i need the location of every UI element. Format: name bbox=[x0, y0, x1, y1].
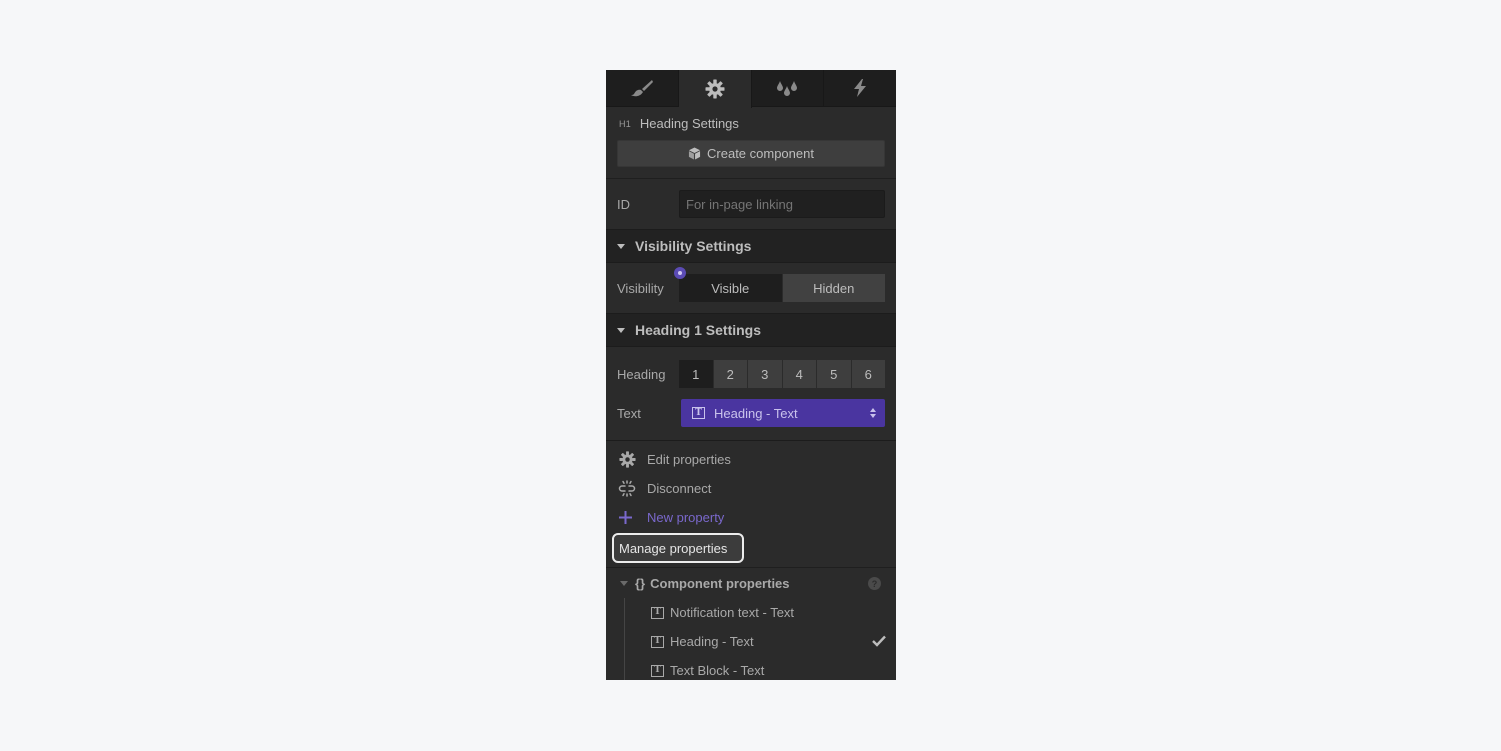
text-binding-value: Heading - Text bbox=[714, 405, 798, 421]
element-header: H1 Heading Settings bbox=[617, 107, 885, 140]
id-input[interactable] bbox=[679, 190, 885, 218]
tab-color-swatches[interactable] bbox=[752, 70, 825, 106]
heading-level-5[interactable]: 5 bbox=[817, 360, 852, 388]
component-properties-group: {} Component properties ? T Notification… bbox=[606, 567, 896, 680]
component-properties-header[interactable]: {} Component properties ? bbox=[606, 568, 896, 598]
visibility-hidden-button[interactable]: Hidden bbox=[782, 274, 885, 302]
gear-icon bbox=[618, 451, 636, 468]
text-binding-select[interactable]: T Heading - Text bbox=[681, 399, 885, 427]
text-label: Text bbox=[617, 405, 641, 421]
component-properties-title: Component properties bbox=[650, 575, 790, 591]
text-type-icon: T bbox=[692, 407, 705, 419]
disconnect-item[interactable]: Disconnect bbox=[606, 474, 896, 503]
manage-properties-button[interactable]: Manage properties bbox=[612, 533, 744, 563]
braces-icon: {} bbox=[635, 575, 646, 591]
plus-icon bbox=[619, 511, 632, 524]
help-icon[interactable]: ? bbox=[868, 577, 881, 590]
property-dropdown-menu: Edit properties Disconnect New property … bbox=[606, 440, 896, 680]
cube-icon bbox=[688, 147, 701, 160]
paintbrush-icon bbox=[630, 80, 653, 97]
panel-tabs bbox=[606, 70, 896, 108]
gear-icon bbox=[705, 79, 725, 99]
heading-level-selector: 1 2 3 4 5 6 bbox=[679, 360, 885, 388]
text-type-icon: T bbox=[651, 606, 664, 619]
heading-level-1[interactable]: 1 bbox=[679, 360, 714, 388]
property-label: Heading - Text bbox=[670, 634, 754, 649]
property-label: Text Block - Text bbox=[670, 663, 765, 678]
element-title: Heading Settings bbox=[639, 116, 739, 131]
property-item-notification-text[interactable]: T Notification text - Text bbox=[651, 598, 896, 627]
caret-down-icon bbox=[617, 327, 625, 333]
visibility-label: Visibility bbox=[617, 280, 664, 296]
tab-settings[interactable] bbox=[678, 70, 752, 108]
heading-settings-header[interactable]: Heading 1 Settings bbox=[606, 313, 896, 347]
edit-properties-item[interactable]: Edit properties bbox=[606, 445, 896, 474]
lightning-icon bbox=[854, 79, 867, 97]
unlink-icon bbox=[618, 480, 636, 497]
settings-panel: H1 Heading Settings Create component ID … bbox=[606, 70, 896, 680]
caret-down-icon bbox=[620, 580, 628, 586]
create-component-button[interactable]: Create component bbox=[617, 140, 885, 167]
heading-level-2[interactable]: 2 bbox=[713, 360, 748, 388]
heading-level-4[interactable]: 4 bbox=[782, 360, 817, 388]
heading-settings-title: Heading 1 Settings bbox=[635, 322, 762, 338]
property-item-text-block-text[interactable]: T Text Block - Text bbox=[651, 656, 896, 680]
visibility-visible-button[interactable]: Visible bbox=[679, 274, 783, 302]
heading-level-label: Heading bbox=[617, 366, 666, 382]
visibility-settings-title: Visibility Settings bbox=[635, 238, 752, 254]
droplets-icon bbox=[777, 81, 798, 96]
heading-level-3[interactable]: 3 bbox=[748, 360, 783, 388]
visibility-settings-header[interactable]: Visibility Settings bbox=[606, 229, 896, 263]
heading-badge: H1 bbox=[619, 118, 631, 129]
create-component-label: Create component bbox=[707, 146, 814, 161]
checkmark-icon bbox=[872, 635, 886, 647]
new-property-label: New property bbox=[647, 510, 725, 525]
tab-style[interactable] bbox=[606, 70, 679, 106]
property-item-heading-text[interactable]: T Heading - Text bbox=[651, 627, 896, 656]
text-type-icon: T bbox=[651, 635, 664, 648]
tab-interactions[interactable] bbox=[824, 70, 896, 106]
visibility-toggle: Visible Hidden bbox=[674, 267, 885, 302]
disconnect-label: Disconnect bbox=[647, 481, 712, 496]
id-label: ID bbox=[617, 196, 630, 212]
caret-down-icon bbox=[617, 243, 625, 249]
property-list: T Notification text - Text T Heading - T… bbox=[606, 598, 896, 680]
text-type-icon: T bbox=[651, 664, 664, 677]
heading-level-6[interactable]: 6 bbox=[851, 360, 885, 388]
select-arrows-icon bbox=[870, 408, 876, 418]
property-label: Notification text - Text bbox=[670, 605, 795, 620]
modified-indicator-icon bbox=[674, 267, 686, 279]
new-property-item[interactable]: New property bbox=[606, 503, 896, 532]
edit-properties-label: Edit properties bbox=[647, 452, 731, 467]
